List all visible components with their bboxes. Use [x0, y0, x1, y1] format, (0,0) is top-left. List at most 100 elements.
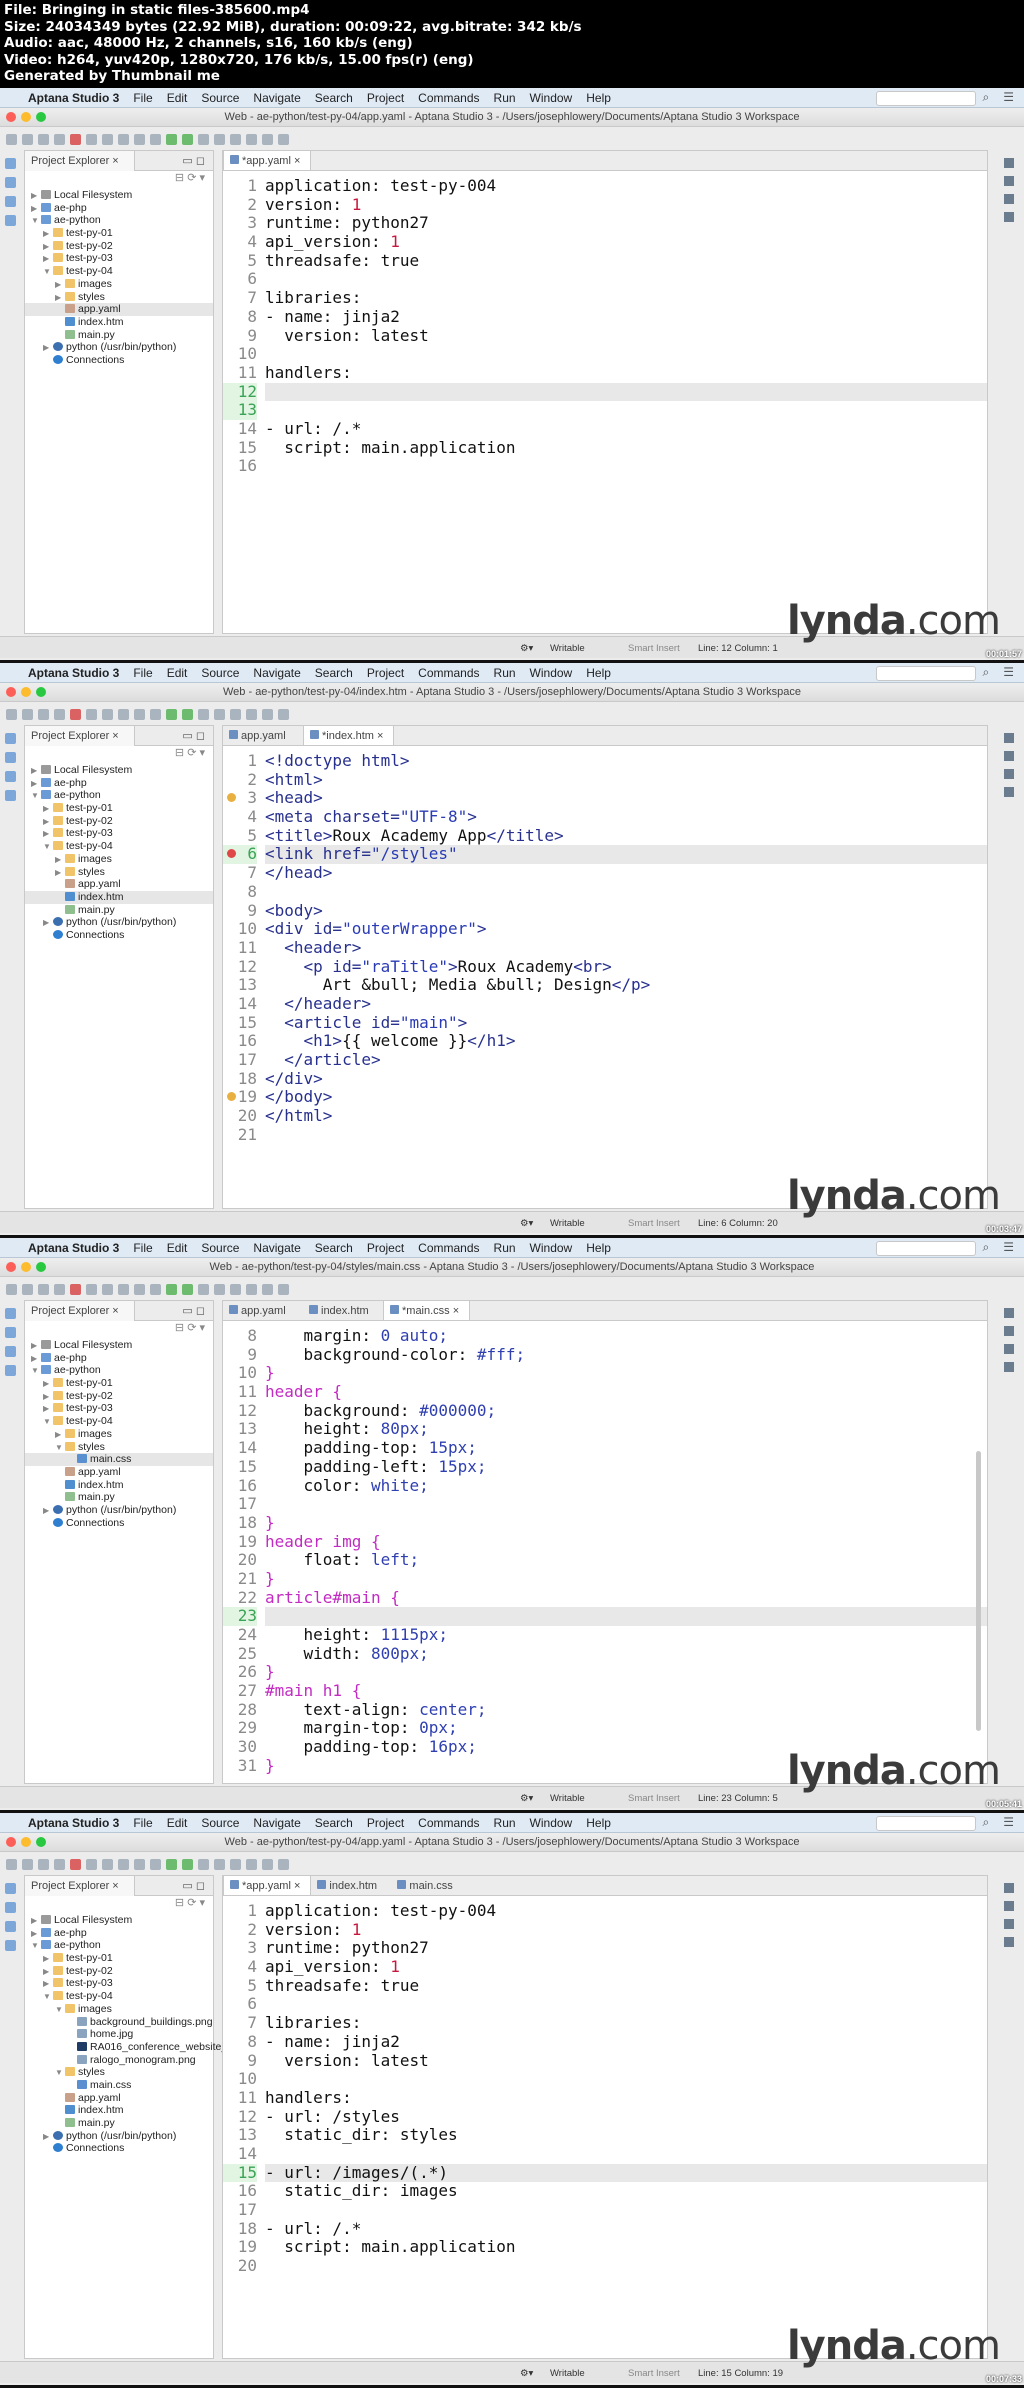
tree-item[interactable]: main.css: [25, 2079, 213, 2092]
debug-icon[interactable]: [182, 133, 193, 145]
stop-icon[interactable]: [70, 1283, 81, 1295]
outline-icon[interactable]: [5, 177, 16, 188]
tree-item[interactable]: Connections: [25, 1517, 213, 1530]
tree-item[interactable]: ▶ test-py-03: [25, 252, 213, 265]
save-icon[interactable]: [22, 1858, 33, 1870]
wand-icon[interactable]: [118, 1858, 129, 1870]
new-icon[interactable]: [6, 1858, 17, 1870]
window-close-button[interactable]: [6, 112, 16, 122]
editor-tab[interactable]: index.htm: [303, 1301, 383, 1320]
back-icon[interactable]: [278, 133, 289, 145]
console-icon[interactable]: [1004, 769, 1014, 779]
tree-item[interactable]: ▼ ae-python: [25, 214, 213, 227]
deploy-icon[interactable]: [134, 1283, 145, 1295]
toolbar-search-input[interactable]: [876, 666, 976, 681]
menu-commands[interactable]: Commands: [418, 1816, 479, 1830]
tree-item[interactable]: ▶ images: [25, 278, 213, 291]
tree-item[interactable]: ▼ ae-python: [25, 1939, 213, 1952]
notification-center-icon[interactable]: ☰: [1003, 665, 1014, 680]
window-minimize-button[interactable]: [21, 1262, 31, 1272]
restore-icon[interactable]: [5, 1883, 16, 1894]
tree-item[interactable]: ▼ styles: [25, 2066, 213, 2079]
tree-item[interactable]: ▶ Local Filesystem: [25, 764, 213, 777]
team-icon[interactable]: [5, 1921, 16, 1932]
menu-edit[interactable]: Edit: [167, 1816, 188, 1830]
console-icon[interactable]: [102, 1283, 113, 1295]
tree-item[interactable]: ▶ ae-php: [25, 1352, 213, 1365]
tree-item[interactable]: ▶ images: [25, 1428, 213, 1441]
menu-navigate[interactable]: Navigate: [253, 666, 300, 680]
outline-icon[interactable]: [5, 1327, 16, 1338]
toolbar-search-input[interactable]: [876, 1816, 976, 1831]
window-zoom-button[interactable]: [36, 687, 46, 697]
sep-icon[interactable]: [150, 1858, 161, 1870]
tree-item[interactable]: main.py: [25, 904, 213, 917]
run-icon[interactable]: [166, 1283, 177, 1295]
tree-item[interactable]: background_buildings.png: [25, 2016, 213, 2029]
print-icon[interactable]: [54, 1858, 65, 1870]
console-icon[interactable]: [1004, 1919, 1014, 1929]
tree-item[interactable]: ▶ images: [25, 853, 213, 866]
deploy-icon[interactable]: [134, 133, 145, 145]
editor-scrollbar[interactable]: [976, 1451, 981, 1731]
back-icon[interactable]: [278, 708, 289, 720]
menu-edit[interactable]: Edit: [167, 1241, 188, 1255]
code-area[interactable]: 8 margin: 0 auto; 9 background-color: #ff…: [223, 1326, 987, 1776]
tab-project-explorer[interactable]: Project Explorer ×: [25, 726, 135, 746]
editor-tab[interactable]: app.yaml: [223, 726, 303, 745]
menu-file[interactable]: File: [133, 666, 152, 680]
print-icon[interactable]: [54, 1283, 65, 1295]
tree-item[interactable]: ▶ test-py-03: [25, 1977, 213, 1990]
menu-help[interactable]: Help: [586, 1241, 611, 1255]
book-icon[interactable]: [246, 1858, 257, 1870]
tree-item[interactable]: ralogo_monogram.png: [25, 2054, 213, 2067]
editor-tab[interactable]: *app.yaml ×: [223, 151, 312, 170]
tab-project-explorer[interactable]: Project Explorer ×: [25, 1876, 135, 1896]
spotlight-search-icon[interactable]: ⌕: [983, 90, 990, 105]
tree-item[interactable]: ▶ test-py-01: [25, 227, 213, 240]
window-zoom-button[interactable]: [36, 1837, 46, 1847]
tree-item[interactable]: ▼ images: [25, 2003, 213, 2016]
menu-file[interactable]: File: [133, 91, 152, 105]
tree-item[interactable]: ▶ python (/usr/bin/python): [25, 341, 213, 354]
status-gear-icon[interactable]: ⚙▾: [520, 1218, 533, 1229]
status-gear-icon[interactable]: ⚙▾: [520, 643, 533, 654]
tree-item[interactable]: main.py: [25, 2117, 213, 2130]
editor-tab[interactable]: *index.htm ×: [303, 726, 395, 745]
menu-file[interactable]: File: [133, 1241, 152, 1255]
menu-run[interactable]: Run: [494, 666, 516, 680]
window-minimize-button[interactable]: [21, 1837, 31, 1847]
window-minimize-button[interactable]: [21, 112, 31, 122]
menu-window[interactable]: Window: [530, 666, 573, 680]
tree-item[interactable]: ▶ test-py-03: [25, 1402, 213, 1415]
outline-icon[interactable]: [1004, 176, 1014, 186]
tree-item[interactable]: ▶ python (/usr/bin/python): [25, 2130, 213, 2143]
wand-icon[interactable]: [118, 133, 129, 145]
perspective-icon[interactable]: [1004, 158, 1014, 168]
menu-window[interactable]: Window: [530, 1241, 573, 1255]
editor-tab[interactable]: index.htm: [311, 1876, 391, 1895]
tree-item[interactable]: app.yaml: [25, 303, 213, 316]
nav-icon[interactable]: [262, 1858, 273, 1870]
stop-icon[interactable]: [70, 708, 81, 720]
window-close-button[interactable]: [6, 1837, 16, 1847]
tree-item[interactable]: ▶ Local Filesystem: [25, 189, 213, 202]
back-icon[interactable]: [278, 1858, 289, 1870]
tree-item[interactable]: ▶ styles: [25, 291, 213, 304]
tasks-icon[interactable]: [1004, 787, 1014, 797]
tab-project-explorer[interactable]: Project Explorer ×: [25, 1301, 135, 1321]
debug-icon[interactable]: [182, 1858, 193, 1870]
menu-edit[interactable]: Edit: [167, 91, 188, 105]
menu-search[interactable]: Search: [315, 666, 353, 680]
save-icon[interactable]: [22, 1283, 33, 1295]
menu-navigate[interactable]: Navigate: [253, 1816, 300, 1830]
bookmark-icon[interactable]: [5, 790, 16, 801]
menu-help[interactable]: Help: [586, 1816, 611, 1830]
run-icon[interactable]: [166, 1858, 177, 1870]
window-zoom-button[interactable]: [36, 1262, 46, 1272]
restore-icon[interactable]: [5, 158, 16, 169]
menu-project[interactable]: Project: [367, 666, 404, 680]
code-area[interactable]: 1 application: test-py-004 2 version: 1 3 run…: [223, 1901, 987, 2276]
new-icon[interactable]: [6, 133, 17, 145]
editor-tab[interactable]: app.yaml: [223, 1301, 303, 1320]
